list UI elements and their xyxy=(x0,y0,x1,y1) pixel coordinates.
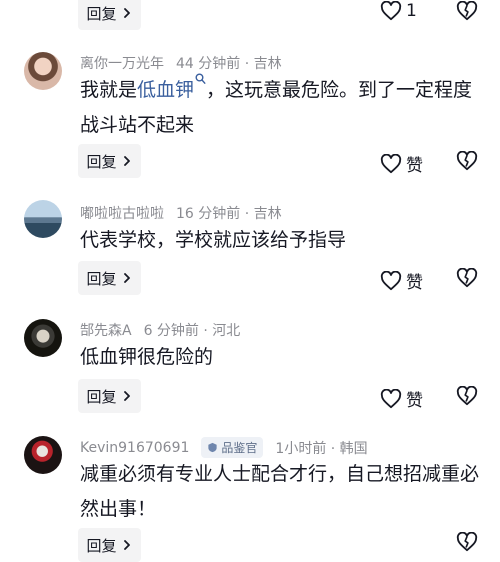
heart-icon xyxy=(380,153,402,174)
badge-icon xyxy=(207,442,218,453)
dislike-button[interactable] xyxy=(456,386,478,406)
reply-label: 回复 xyxy=(86,536,117,555)
username[interactable]: 离你一万光年 xyxy=(80,53,164,73)
comment-meta: 郜先森A 6 分钟前 · 河北 xyxy=(80,320,240,340)
username[interactable]: 嘟啦啦古啦啦 xyxy=(80,203,164,223)
comment-text: 低血钾很危险的 xyxy=(80,346,214,368)
reply-label: 回复 xyxy=(86,4,117,23)
search-icon xyxy=(195,73,206,85)
comment-meta: 嘟啦啦古啦啦 16 分钟前 · 吉林 xyxy=(80,203,282,223)
search-link-text: 低血钾 xyxy=(137,79,195,101)
avatar[interactable] xyxy=(24,200,62,238)
broken-heart-icon xyxy=(456,532,478,552)
reply-label: 回复 xyxy=(86,387,117,406)
heart-icon xyxy=(380,1,402,21)
timestamp-location: 1小时前 · 韩国 xyxy=(275,440,368,457)
like-button[interactable]: 赞 xyxy=(380,268,423,293)
dislike-button[interactable] xyxy=(456,268,478,288)
dislike-button[interactable] xyxy=(456,532,478,552)
dislike-button[interactable] xyxy=(456,1,478,21)
reply-label: 回复 xyxy=(86,269,117,288)
dislike-button[interactable] xyxy=(456,151,478,171)
reply-button[interactable]: 回复 xyxy=(78,0,141,30)
reply-button[interactable]: 回复 xyxy=(78,261,141,295)
avatar[interactable] xyxy=(24,52,62,90)
comment-text-before: 我就是 xyxy=(80,79,138,101)
comment-text: 减重必须有专业人士配合才行，自己想招减重必然出事！ xyxy=(80,463,480,520)
broken-heart-icon xyxy=(456,268,478,288)
username[interactable]: Kevin91670691 xyxy=(80,440,189,456)
like-label: 赞 xyxy=(406,391,423,411)
chevron-right-icon xyxy=(121,7,133,19)
chevron-right-icon xyxy=(121,155,133,167)
like-label: 赞 xyxy=(406,156,423,176)
badge-label: 品鉴官 xyxy=(221,441,258,455)
timestamp-location: 16 分钟前 · 吉林 xyxy=(176,206,282,222)
avatar[interactable] xyxy=(24,319,62,357)
reply-button[interactable]: 回复 xyxy=(78,144,141,178)
broken-heart-icon xyxy=(456,151,478,171)
like-button[interactable]: 赞 xyxy=(380,386,423,411)
broken-heart-icon xyxy=(456,386,478,406)
heart-icon xyxy=(380,270,402,291)
heart-icon xyxy=(380,388,402,409)
chevron-right-icon xyxy=(121,272,133,284)
username[interactable]: 郜先森A xyxy=(80,320,132,340)
timestamp-location: 6 分钟前 · 河北 xyxy=(143,323,241,339)
like-label: 赞 xyxy=(406,273,423,293)
comment-text: 我就是低血钾 ，这玩意最危险。到了一定程度战斗站不起来 xyxy=(80,73,480,143)
like-button[interactable]: 赞 xyxy=(380,151,423,176)
taster-badge: 品鉴官 xyxy=(201,437,264,458)
timestamp-location: 44 分钟前 · 吉林 xyxy=(176,56,282,72)
reply-button[interactable]: 回复 xyxy=(78,528,141,562)
like-count: 1 xyxy=(406,1,417,21)
comment-text: 代表学校，学校就应该给予指导 xyxy=(80,229,347,251)
avatar[interactable] xyxy=(24,436,62,474)
reply-button[interactable]: 回复 xyxy=(78,379,141,413)
comment-meta: Kevin91670691 品鉴官 1小时前 · 韩国 xyxy=(80,437,368,458)
like-button[interactable]: 1 xyxy=(380,1,417,21)
chevron-right-icon xyxy=(121,390,133,402)
broken-heart-icon xyxy=(456,1,478,21)
comment-meta: 离你一万光年 44 分钟前 · 吉林 xyxy=(80,53,282,73)
reply-label: 回复 xyxy=(86,152,117,171)
search-link[interactable]: 低血钾 xyxy=(137,73,206,101)
